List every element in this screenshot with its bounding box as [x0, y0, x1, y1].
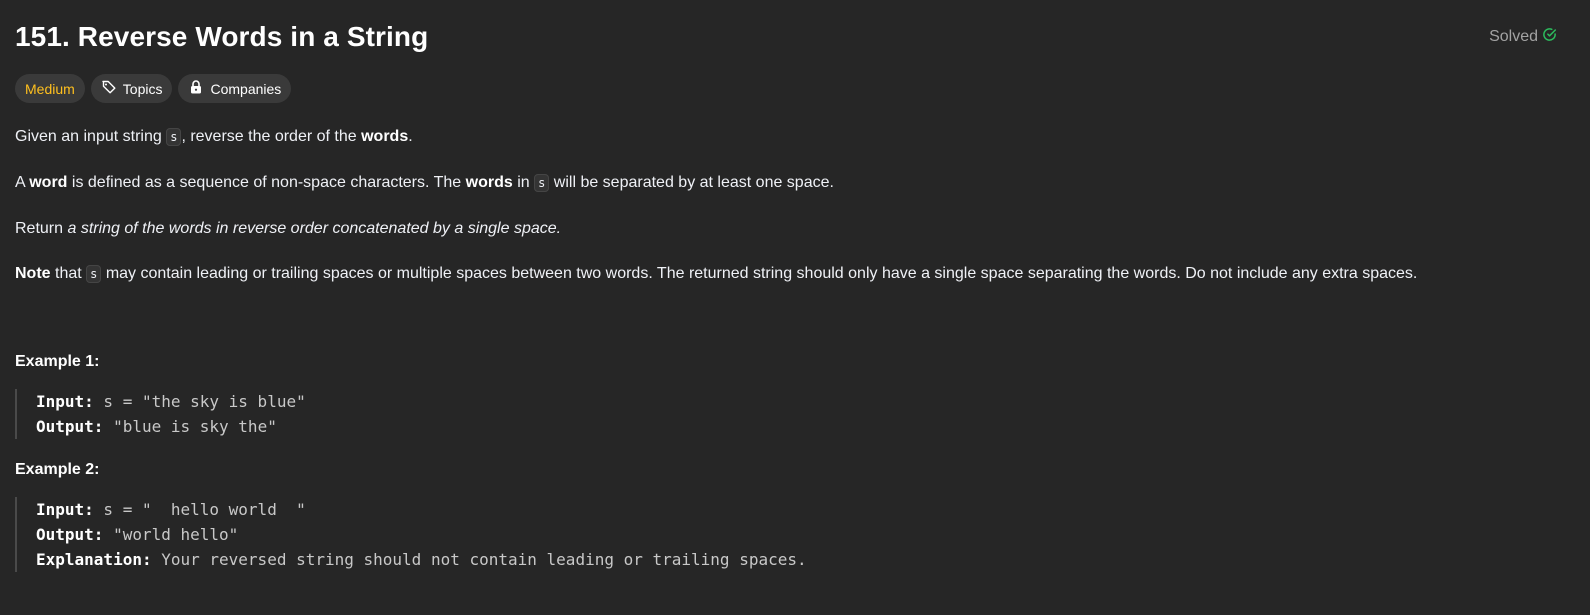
output-value: "blue is sky the" [103, 417, 277, 436]
input-value: s = " hello world " [93, 500, 306, 519]
example-input-line: Input: s = " hello world " [36, 497, 1575, 522]
example-title: Example 2: [15, 461, 100, 478]
bold-text: words [361, 128, 409, 145]
description-paragraph: A word is defined as a sequence of non-s… [15, 171, 1575, 195]
text: Return [15, 220, 68, 237]
text: is defined as a sequence of non-space ch… [67, 174, 466, 191]
output-label: Output: [36, 525, 104, 544]
input-label: Input: [36, 500, 94, 519]
bold-text: words [465, 174, 513, 191]
text: , reverse the order of the [181, 128, 362, 145]
bold-text: Note [15, 265, 51, 282]
solved-status: Solved [1489, 27, 1557, 47]
check-circle-icon [1542, 27, 1557, 47]
example-title: Example 1: [15, 353, 100, 370]
text: . [408, 128, 413, 145]
problem-description: Given an input string s, reverse the ord… [15, 125, 1575, 286]
text: Given an input string [15, 128, 167, 145]
companies-label: Companies [210, 80, 282, 97]
example-output-line: Output: "world hello" [36, 522, 1575, 547]
description-paragraph: Given an input string s, reverse the ord… [15, 125, 1575, 149]
input-label: Input: [36, 392, 94, 411]
italic-text: a string of the words in reverse order c… [67, 220, 562, 237]
explanation-label: Explanation: [36, 550, 152, 569]
inline-code: s [166, 128, 182, 146]
topics-button[interactable]: Topics [90, 74, 173, 103]
inline-code: s [534, 174, 550, 192]
example-output-line: Output: "blue is sky the" [36, 414, 1575, 439]
description-paragraph: Return a string of the words in reverse … [15, 217, 1575, 241]
output-label: Output: [36, 417, 104, 436]
tag-icon [101, 79, 117, 98]
problem-tags: Medium Topics Companies [15, 74, 1575, 103]
example-block: Input: s = " hello world " Output: "worl… [15, 497, 1575, 572]
lock-icon [188, 79, 204, 98]
problem-description-panel: 151. Reverse Words in a String Solved Me… [0, 0, 1590, 615]
problem-title[interactable]: 151. Reverse Words in a String [15, 21, 428, 53]
example-block: Input: s = "the sky is blue" Output: "bl… [15, 389, 1575, 439]
output-value: "world hello" [103, 525, 239, 544]
text: that [50, 265, 87, 282]
description-paragraph: Note that s may contain leading or trail… [15, 262, 1575, 286]
text: in [512, 174, 535, 191]
example-explanation-line: Explanation: Your reversed string should… [36, 547, 1575, 572]
text: will be separated by at least one space. [549, 174, 834, 191]
text: A [15, 174, 30, 191]
topics-label: Topics [122, 80, 163, 97]
example-input-line: Input: s = "the sky is blue" [36, 389, 1575, 414]
difficulty-label: Medium [25, 80, 75, 97]
problem-header: 151. Reverse Words in a String Solved [15, 18, 1575, 56]
difficulty-badge[interactable]: Medium [15, 74, 85, 103]
text: may contain leading or trailing spaces o… [101, 265, 1418, 282]
inline-code: s [86, 265, 102, 283]
companies-button[interactable]: Companies [178, 74, 292, 103]
explanation-value: Your reversed string should not contain … [151, 550, 807, 569]
input-value: s = "the sky is blue" [93, 392, 306, 411]
solved-label: Solved [1489, 28, 1538, 45]
bold-text: word [29, 174, 68, 191]
